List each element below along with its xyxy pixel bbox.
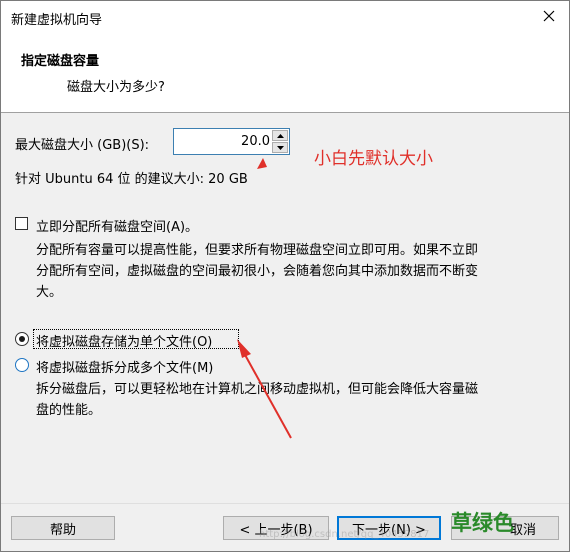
- allocate-label[interactable]: 立即分配所有磁盘空间(A)。: [36, 216, 198, 235]
- page-subtitle: 磁盘大小为多少?: [67, 80, 165, 95]
- multi-file-label[interactable]: 将虚拟磁盘拆分成多个文件(M): [36, 357, 213, 376]
- title-bar: 新建虚拟机向导: [1, 1, 569, 31]
- annotation-red-note: 小白先默认大小: [314, 149, 433, 169]
- recommended-size-text: 针对 Ubuntu 64 位 的建议大小: 20 GB: [15, 172, 248, 187]
- allocate-desc-line3: 大。: [36, 285, 63, 300]
- single-file-radio[interactable]: [15, 332, 29, 346]
- wizard-window: 新建虚拟机向导 指定磁盘容量 磁盘大小为多少? 最大磁盘大小 (GB)(S): …: [0, 0, 570, 552]
- allocate-desc-line1: 分配所有容量可以提高性能，但要求所有物理磁盘空间立即可用。如果不立即: [36, 243, 479, 258]
- window-title: 新建虚拟机向导: [11, 13, 103, 28]
- page-title: 指定磁盘容量: [21, 54, 100, 69]
- disk-size-input[interactable]: [174, 129, 272, 154]
- close-icon: [543, 10, 555, 22]
- wizard-content: 最大磁盘大小 (GB)(S): 针对 Ubuntu 64 位 的建议大小: 20…: [1, 113, 569, 503]
- multi-file-radio[interactable]: [15, 358, 29, 372]
- single-file-label[interactable]: 将虚拟磁盘存储为单个文件(O): [36, 331, 212, 350]
- allocate-checkbox[interactable]: [15, 217, 28, 230]
- arrow-up-icon: [276, 133, 284, 138]
- allocate-desc-line2: 分配所有空间，虚拟磁盘的空间最初很小，会随着您向其中添加数据而不断变: [36, 264, 479, 279]
- wizard-header: 指定磁盘容量 磁盘大小为多少?: [1, 31, 569, 113]
- disk-size-label: 最大磁盘大小 (GB)(S):: [15, 138, 150, 153]
- multi-file-desc-line2: 盘的性能。: [36, 403, 102, 418]
- multi-file-desc-line1: 拆分磁盘后，可以更轻松地在计算机之间移动虚拟机，但可能会降低大容量磁: [36, 382, 479, 397]
- arrow-down-icon: [276, 145, 284, 150]
- close-button[interactable]: [529, 1, 569, 31]
- watermark-text: http://blog.csdn.net/qq_40459817: [259, 529, 430, 540]
- stepper-up-button[interactable]: [272, 130, 288, 141]
- stepper-down-button[interactable]: [272, 142, 288, 153]
- disk-size-stepper[interactable]: [173, 128, 290, 155]
- help-button[interactable]: 帮助: [11, 516, 115, 540]
- annotation-green-note: 草绿色: [451, 510, 514, 535]
- stepper-arrows[interactable]: [272, 130, 288, 153]
